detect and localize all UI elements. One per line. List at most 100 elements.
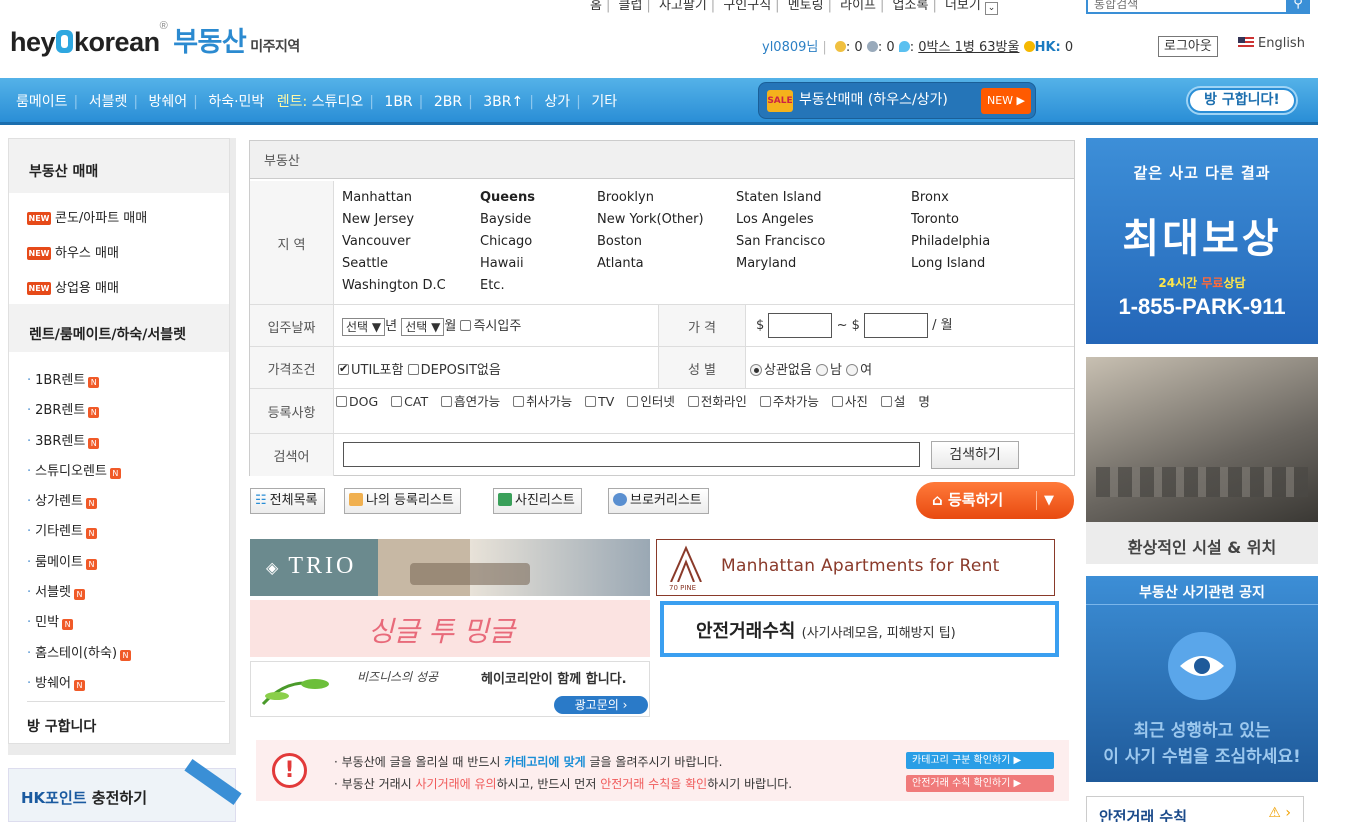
nav-rent-1br[interactable]: 1BR [384,94,412,110]
option-checkbox[interactable] [759,396,771,407]
region-option[interactable]: Toronto [911,212,959,227]
search-icon[interactable]: ⚲ [1286,0,1310,14]
category-check-button[interactable]: 카테고리 구분 확인하기 ▶ [906,752,1054,769]
gender-any-radio[interactable] [750,364,762,376]
chevron-down-icon[interactable]: ⌄ [985,2,998,15]
user-id[interactable]: yl0809님 [762,40,818,55]
region-option[interactable]: Chicago [480,234,532,249]
region-option[interactable]: Queens [480,190,535,205]
price-min-input[interactable] [768,313,833,338]
site-logo[interactable]: hey korean® 부동산 미주지역 [10,20,300,59]
nav-rent-store[interactable]: 상가 [544,94,570,110]
top-link-home[interactable]: 홈 [590,0,602,13]
sidebar-item-commercial[interactable]: NEW 상업용 매매 [27,277,119,296]
gender-male-radio[interactable] [815,364,828,376]
nav-rent-etc[interactable]: 기타 [591,94,617,110]
parking-ad-banner[interactable]: 같은 사고 다른 결과 최대보상 24시간 무료상담 1-855-PARK-91… [1086,138,1318,344]
hk-point-charge[interactable]: HK포인트 충전하기 [8,759,242,822]
real-estate-sale-button[interactable]: SALE 부동산매매 (하우스/상가) NEW ▶ [758,82,1036,119]
gym-photo-banner[interactable] [1086,357,1318,522]
top-link-directory[interactable]: 업소록 [893,0,929,13]
region-option[interactable]: San Francisco [736,234,825,249]
chevron-down-icon[interactable]: ▼ [1044,482,1054,519]
option-checkbox[interactable] [441,396,453,407]
region-option[interactable]: Seattle [342,256,388,271]
price-max-input[interactable] [864,313,928,338]
option-checkbox[interactable] [627,396,639,407]
english-link[interactable]: English [1238,36,1305,51]
top-link-club[interactable]: 클럽 [619,0,643,13]
top-link-jobs[interactable]: 구인구직 [723,0,771,13]
nav-rent-studio[interactable]: 스튜디오 [312,94,364,110]
manhattan-apartments-banner[interactable]: 70 PINE Manhattan Apartments for Rent [656,539,1055,596]
my-list-button[interactable]: 나의 등록리스트 [344,488,461,514]
region-option[interactable]: Etc. [480,278,505,293]
sale-section-title[interactable]: 부동산 매매 [9,139,229,193]
region-option[interactable]: Manhattan [342,190,412,205]
sidebar-item-1br[interactable]: · 1BR렌트 N [27,369,100,388]
safe-trade-banner[interactable]: 안전거래수칙 (사기사례모음, 피해방지 팁) [660,601,1059,657]
sidebar-item-homestay[interactable]: · 홈스테이(하숙) N [27,642,132,661]
top-link-more[interactable]: 더보기 [945,0,981,13]
single-to-mingle-banner[interactable]: 싱글 투 밍글 [250,600,650,657]
keyword-input[interactable] [343,442,920,467]
global-search-input[interactable] [1088,0,1284,12]
need-room-button[interactable]: 방 구합니다! [1188,88,1296,113]
sidebar-item-house[interactable]: NEW 하우스 매매 [27,242,119,261]
photo-list-button[interactable]: 사진리스트 [493,488,582,514]
scam-notice-banner[interactable]: 부동산 사기관련 공지 최근 성행하고 있는 이 사기 수법을 조심하세요! [1086,576,1318,782]
option-checkbox[interactable] [336,396,347,407]
broker-list-button[interactable]: 브로커리스트 [608,488,709,514]
region-option[interactable]: Los Angeles [736,212,814,227]
region-option[interactable]: Long Island [911,256,985,271]
safe-rules-check-button[interactable]: 안전거래 수칙 확인하기 ▶ [906,775,1054,792]
region-option[interactable]: Hawaii [480,256,524,271]
nav-homestay[interactable]: 하숙·민박 [208,94,264,110]
top-link-life[interactable]: 라이프 [840,0,876,13]
region-option[interactable]: Vancouver [342,234,410,249]
trio-banner[interactable]: ◈ TRIO [250,539,650,596]
region-option[interactable]: Bayside [480,212,531,227]
option-checkbox[interactable] [513,396,525,407]
region-option[interactable]: New Jersey [342,212,414,227]
month-select[interactable]: 선택 ▼ [401,317,445,336]
logout-button[interactable]: 로그아웃 [1158,36,1218,57]
sidebar-item-store[interactable]: · 상가렌트 N [27,490,97,509]
search-button[interactable]: 검색하기 [931,441,1019,469]
sidebar-need-room[interactable]: 방 구합니다 [27,716,96,736]
top-link-market[interactable]: 사고팔기 [659,0,707,13]
option-checkbox[interactable] [687,396,699,407]
nav-sublet[interactable]: 서블렛 [89,94,128,110]
util-checkbox[interactable] [338,362,349,375]
safe-rules-box[interactable]: 안전거래 수칙 ⚠ › [1086,796,1304,822]
sidebar-item-etc[interactable]: · 기타렌트 N [27,520,97,539]
sidebar-item-minbak[interactable]: · 민박 N [27,611,74,630]
rent-section-title[interactable]: 렌트/룸메이트/하숙/서블렛 [9,304,229,352]
business-ad-banner[interactable]: 비즈니스의 성공 헤이코리안이 함께 합니다. 광고문의 › [250,661,650,717]
region-option[interactable]: Maryland [736,256,796,271]
region-option[interactable]: Philadelphia [911,234,990,249]
region-option[interactable]: Atlanta [597,256,644,271]
region-option[interactable]: Bronx [911,190,949,205]
region-option[interactable]: Brooklyn [597,190,654,205]
year-select[interactable]: 선택 ▼ [342,317,386,336]
nav-rent-3br[interactable]: 3BR↑ [483,94,523,110]
sidebar-item-roommate[interactable]: · 룸메이트 N [27,551,97,570]
sidebar-item-3br[interactable]: · 3BR렌트 N [27,430,100,449]
region-option[interactable]: Washington D.C [342,278,446,293]
sidebar-item-sublet[interactable]: · 서블렛 N [27,581,86,600]
deposit-checkbox[interactable] [407,364,419,375]
sidebar-item-studio[interactable]: · 스튜디오렌트 N [27,460,121,479]
immediate-checkbox[interactable] [460,320,472,331]
gender-female-radio[interactable] [846,364,859,376]
sidebar-item-roomshare[interactable]: · 방쉐어 N [27,672,86,691]
sidebar-item-condo[interactable]: NEW 콘도/아파트 매매 [27,207,147,226]
option-checkbox[interactable] [391,396,403,407]
all-list-button[interactable]: ☷ 전체목록 [250,488,325,514]
sidebar-item-2br[interactable]: · 2BR렌트 N [27,399,100,418]
region-option[interactable]: Boston [597,234,642,249]
region-option[interactable]: Staten Island [736,190,821,205]
option-checkbox[interactable] [880,396,892,407]
top-link-mentoring[interactable]: 멘토링 [788,0,824,13]
region-option[interactable]: New York(Other) [597,212,704,227]
